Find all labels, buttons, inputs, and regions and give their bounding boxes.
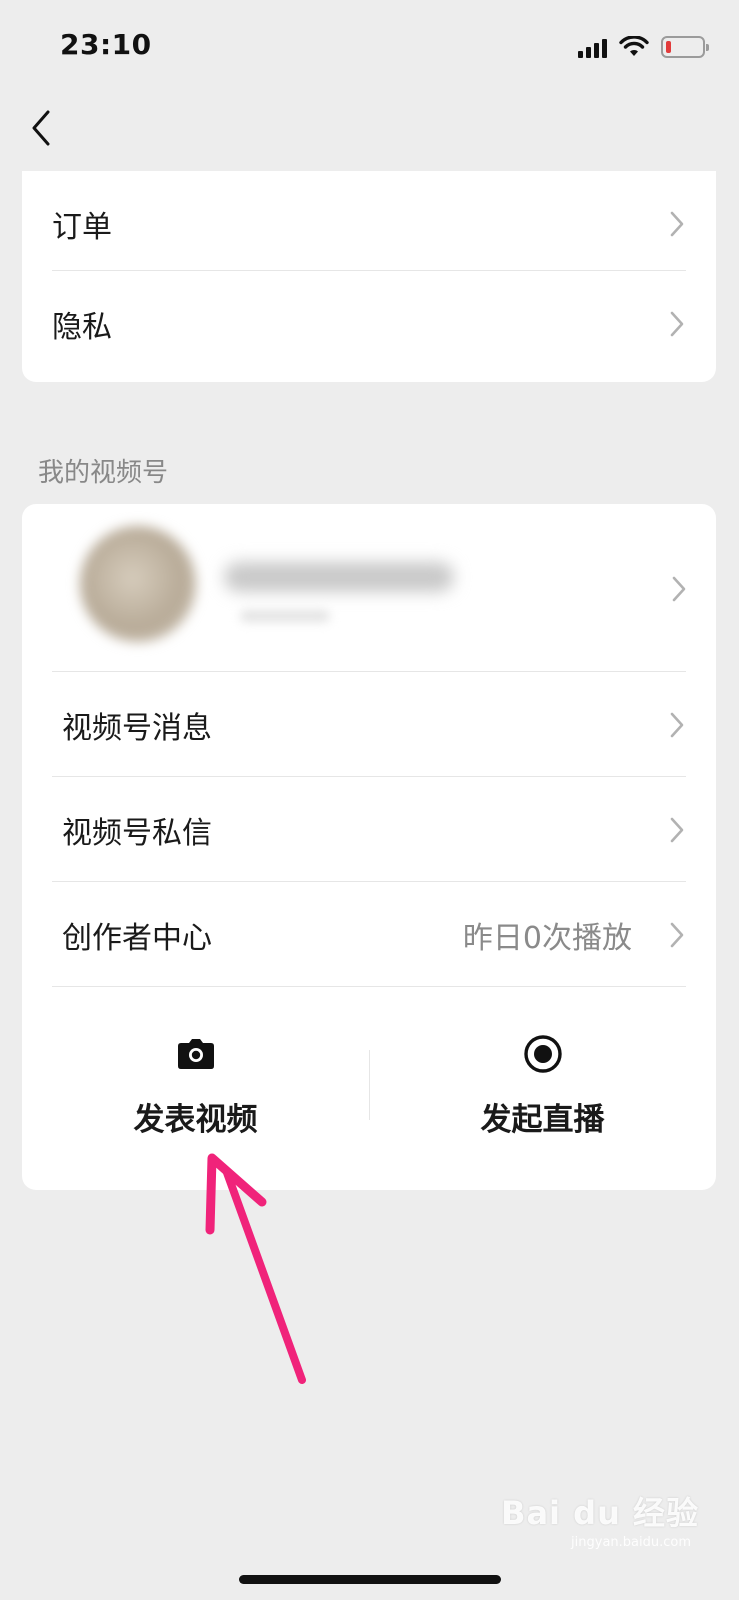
settings-card: 订单 隐私 (22, 171, 716, 382)
menu-item-channel-private-messages[interactable]: 视频号私信 (22, 777, 716, 882)
menu-item-label: 视频号消息 (62, 710, 212, 746)
menu-item-orders[interactable]: 订单 (22, 171, 716, 276)
creator-center-stats: 昨日0次播放 (462, 920, 632, 956)
menu-item-channel-messages[interactable]: 视频号消息 (22, 672, 716, 777)
menu-item-label: 创作者中心 (62, 920, 212, 956)
camera-icon (177, 1039, 214, 1069)
section-title: 我的视频号 (38, 458, 169, 488)
menu-item-privacy[interactable]: 隐私 (22, 271, 716, 376)
watermark-logo: Bai du 经验 (501, 1494, 699, 1532)
channel-profile-row[interactable] (40, 518, 700, 668)
channel-name-blurred (224, 562, 454, 592)
status-icons (578, 32, 709, 62)
arrow-up-icon (205, 1153, 306, 1384)
divider (52, 986, 686, 987)
channel-sub-blurred (240, 610, 330, 622)
menu-item-label: 订单 (52, 209, 112, 245)
status-bar: 23:10 (0, 0, 739, 95)
battery-level (666, 41, 671, 53)
chevron-right-icon (670, 311, 684, 336)
home-indicator[interactable] (239, 1575, 501, 1584)
watermark-url: jingyan.baidu.com (571, 1535, 691, 1550)
wifi-icon (619, 36, 649, 56)
screen: 23:10 订单 隐私 我的视频号 视频号消息 视频号私信 创作者中心 昨日0次… (0, 0, 739, 1600)
record-icon (523, 1035, 562, 1073)
menu-item-creator-center[interactable]: 创作者中心 昨日0次播放 (22, 882, 716, 987)
action-label: 发表视频 (133, 1102, 258, 1138)
chevron-right-icon (670, 922, 684, 947)
action-label: 发起直播 (480, 1102, 605, 1138)
signal-icon (578, 36, 607, 58)
chevron-right-icon (670, 712, 684, 737)
start-live-button[interactable]: 发起直播 (369, 990, 716, 1190)
avatar (80, 526, 196, 642)
channel-actions: 发表视频 发起直播 (22, 990, 716, 1190)
chevron-right-icon (672, 576, 686, 602)
menu-item-label: 视频号私信 (62, 815, 212, 851)
status-time: 23:10 (60, 28, 152, 61)
menu-item-label: 隐私 (52, 309, 112, 345)
chevron-left-icon (32, 110, 50, 146)
chevron-right-icon (670, 211, 684, 236)
chevron-right-icon (670, 817, 684, 842)
battery-icon (661, 36, 709, 58)
video-channel-card: 视频号消息 视频号私信 创作者中心 昨日0次播放 发表视频 发起直播 (22, 504, 716, 1190)
back-button[interactable] (24, 108, 60, 148)
